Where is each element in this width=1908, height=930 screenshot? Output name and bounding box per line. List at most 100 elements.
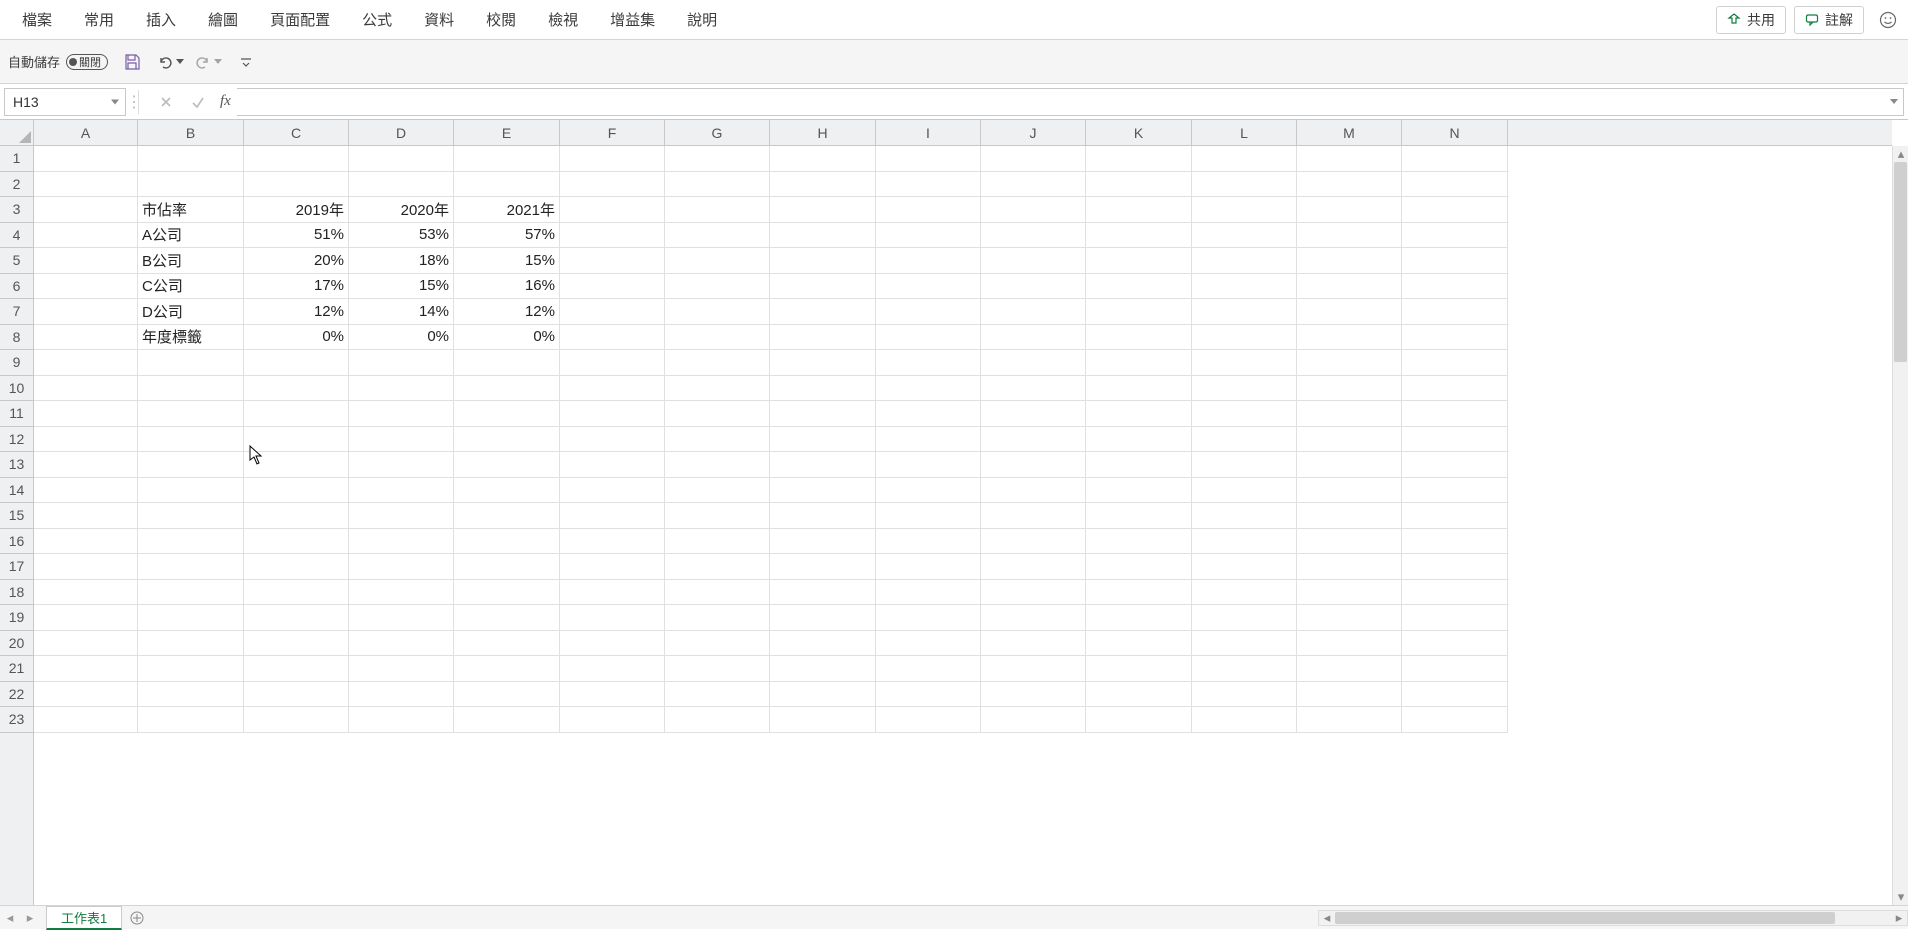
cell-L8[interactable] — [1192, 325, 1297, 351]
cell-H5[interactable] — [770, 248, 876, 274]
cell-M15[interactable] — [1297, 503, 1402, 529]
cell-J4[interactable] — [981, 223, 1086, 249]
tab-file[interactable]: 檔案 — [6, 0, 68, 40]
cell-C10[interactable] — [244, 376, 349, 402]
cell-A10[interactable] — [34, 376, 138, 402]
cell-C6[interactable]: 17% — [244, 274, 349, 300]
cell-N4[interactable] — [1402, 223, 1508, 249]
cell-I6[interactable] — [876, 274, 981, 300]
expand-formula-bar-button[interactable] — [1884, 88, 1904, 116]
cell-I1[interactable] — [876, 146, 981, 172]
cell-I8[interactable] — [876, 325, 981, 351]
cell-E7[interactable]: 12% — [454, 299, 560, 325]
cell-A17[interactable] — [34, 554, 138, 580]
cell-B14[interactable] — [138, 478, 244, 504]
cell-D20[interactable] — [349, 631, 454, 657]
col-header-B[interactable]: B — [138, 120, 244, 146]
cell-D22[interactable] — [349, 682, 454, 708]
scroll-up-arrow-icon[interactable]: ▴ — [1893, 146, 1908, 162]
col-header-N[interactable]: N — [1402, 120, 1508, 146]
cell-L4[interactable] — [1192, 223, 1297, 249]
cell-M9[interactable] — [1297, 350, 1402, 376]
row-header-1[interactable]: 1 — [0, 146, 33, 172]
cell-M7[interactable] — [1297, 299, 1402, 325]
cell-A11[interactable] — [34, 401, 138, 427]
cell-J10[interactable] — [981, 376, 1086, 402]
select-all-corner[interactable] — [0, 120, 34, 146]
cell-E15[interactable] — [454, 503, 560, 529]
cell-G23[interactable] — [665, 707, 770, 733]
cell-K11[interactable] — [1086, 401, 1192, 427]
cell-C20[interactable] — [244, 631, 349, 657]
cell-K3[interactable] — [1086, 197, 1192, 223]
cell-A9[interactable] — [34, 350, 138, 376]
col-header-E[interactable]: E — [454, 120, 560, 146]
cell-E5[interactable]: 15% — [454, 248, 560, 274]
cell-M14[interactable] — [1297, 478, 1402, 504]
cell-D3[interactable]: 2020年 — [349, 197, 454, 223]
cell-J12[interactable] — [981, 427, 1086, 453]
row-header-6[interactable]: 6 — [0, 274, 33, 300]
cell-G10[interactable] — [665, 376, 770, 402]
cell-C19[interactable] — [244, 605, 349, 631]
cell-H3[interactable] — [770, 197, 876, 223]
cell-A2[interactable] — [34, 172, 138, 198]
cell-H23[interactable] — [770, 707, 876, 733]
cell-C22[interactable] — [244, 682, 349, 708]
cell-L18[interactable] — [1192, 580, 1297, 606]
cell-D14[interactable] — [349, 478, 454, 504]
cell-G22[interactable] — [665, 682, 770, 708]
cell-F11[interactable] — [560, 401, 665, 427]
col-header-D[interactable]: D — [349, 120, 454, 146]
cell-I16[interactable] — [876, 529, 981, 555]
cell-A4[interactable] — [34, 223, 138, 249]
cell-H7[interactable] — [770, 299, 876, 325]
cell-N6[interactable] — [1402, 274, 1508, 300]
cell-M10[interactable] — [1297, 376, 1402, 402]
cell-E14[interactable] — [454, 478, 560, 504]
cell-C2[interactable] — [244, 172, 349, 198]
cell-C18[interactable] — [244, 580, 349, 606]
cell-F23[interactable] — [560, 707, 665, 733]
cell-D2[interactable] — [349, 172, 454, 198]
cell-C4[interactable]: 51% — [244, 223, 349, 249]
cell-N1[interactable] — [1402, 146, 1508, 172]
cell-N19[interactable] — [1402, 605, 1508, 631]
comments-button[interactable]: 註解 — [1794, 6, 1864, 34]
cell-D7[interactable]: 14% — [349, 299, 454, 325]
add-sheet-button[interactable] — [122, 906, 152, 930]
row-header-15[interactable]: 15 — [0, 503, 33, 529]
cell-G4[interactable] — [665, 223, 770, 249]
cell-N13[interactable] — [1402, 452, 1508, 478]
cell-E10[interactable] — [454, 376, 560, 402]
cell-A19[interactable] — [34, 605, 138, 631]
row-header-17[interactable]: 17 — [0, 554, 33, 580]
cell-B15[interactable] — [138, 503, 244, 529]
tab-formulas[interactable]: 公式 — [346, 0, 408, 40]
cell-B23[interactable] — [138, 707, 244, 733]
cell-J6[interactable] — [981, 274, 1086, 300]
cell-H14[interactable] — [770, 478, 876, 504]
cell-F6[interactable] — [560, 274, 665, 300]
row-header-16[interactable]: 16 — [0, 529, 33, 555]
cell-F9[interactable] — [560, 350, 665, 376]
row-header-11[interactable]: 11 — [0, 401, 33, 427]
cell-L3[interactable] — [1192, 197, 1297, 223]
cell-K14[interactable] — [1086, 478, 1192, 504]
cell-D18[interactable] — [349, 580, 454, 606]
cell-G18[interactable] — [665, 580, 770, 606]
tab-addins[interactable]: 增益集 — [594, 0, 671, 40]
tab-pagelayout[interactable]: 頁面配置 — [254, 0, 346, 40]
cell-E20[interactable] — [454, 631, 560, 657]
cell-J19[interactable] — [981, 605, 1086, 631]
cell-B3[interactable]: 市佔率 — [138, 197, 244, 223]
cell-F14[interactable] — [560, 478, 665, 504]
cell-A15[interactable] — [34, 503, 138, 529]
cell-G6[interactable] — [665, 274, 770, 300]
cell-M17[interactable] — [1297, 554, 1402, 580]
cell-L14[interactable] — [1192, 478, 1297, 504]
cell-B5[interactable]: B公司 — [138, 248, 244, 274]
cell-B9[interactable] — [138, 350, 244, 376]
cell-H10[interactable] — [770, 376, 876, 402]
cell-A1[interactable] — [34, 146, 138, 172]
